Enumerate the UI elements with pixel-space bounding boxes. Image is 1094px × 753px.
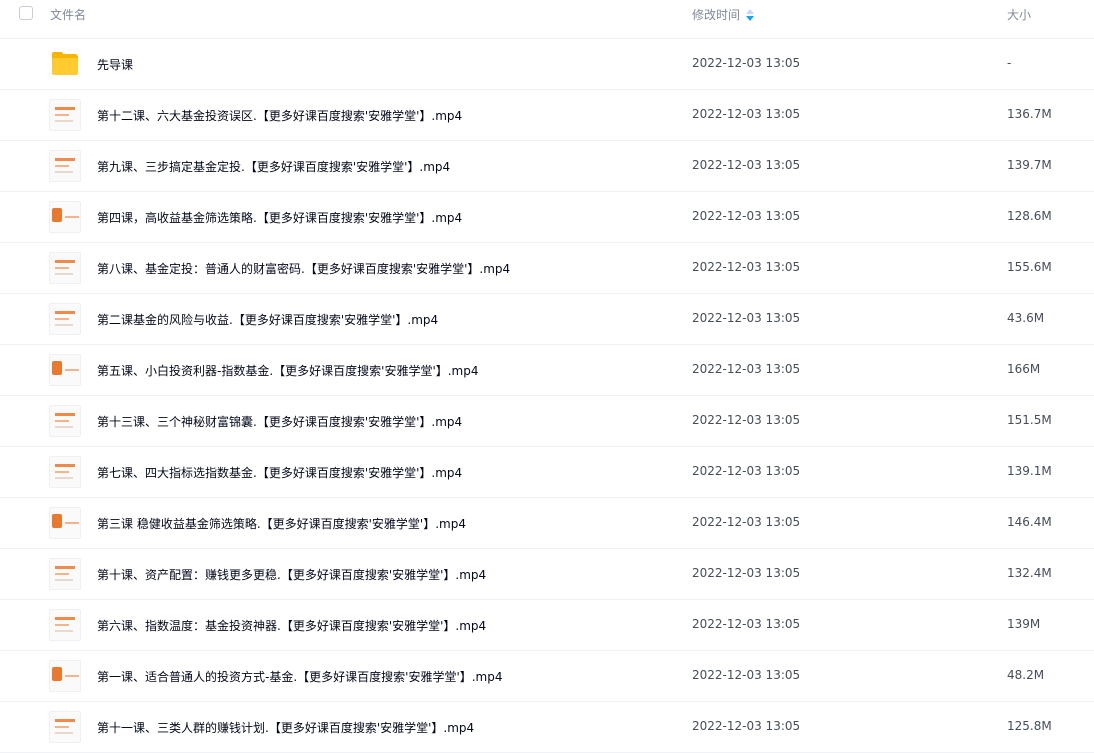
file-row[interactable]: 第十一课、三类人群的赚钱计划.【更多好课百度搜索'安雅学堂'】.mp4 2022-…	[0, 702, 1094, 753]
file-name[interactable]: 第六课、指数温度：基金投资神器.【更多好课百度搜索'安雅学堂'】.mp4	[97, 617, 486, 634]
video-thumbnail-icon[interactable]	[49, 303, 81, 335]
file-rows: 先导课 2022-12-03 13:05 - 第十二课、六大基金投资误区.【更多好课百…	[0, 39, 1094, 753]
file-name[interactable]: 第一课、适合普通人的投资方式-基金.【更多好课百度搜索'安雅学堂'】.mp4	[97, 668, 503, 685]
column-header-name[interactable]: 文件名	[50, 6, 86, 23]
file-row[interactable]: 第五课、小白投资利器-指数基金.【更多好课百度搜索'安雅学堂'】.mp4 2022…	[0, 345, 1094, 396]
file-modified-time: 2022-12-03 13:05	[692, 107, 801, 121]
file-name[interactable]: 第五课、小白投资利器-指数基金.【更多好课百度搜索'安雅学堂'】.mp4	[97, 362, 479, 379]
video-thumbnail-icon[interactable]	[49, 405, 81, 437]
video-thumbnail-icon[interactable]	[49, 354, 81, 386]
file-row[interactable]: 第三课 稳健收益基金筛选策略.【更多好课百度搜索'安雅学堂'】.mp4 2022-…	[0, 498, 1094, 549]
file-name[interactable]: 第二课基金的风险与收益.【更多好课百度搜索'安雅学堂'】.mp4	[97, 311, 438, 328]
select-all-checkbox[interactable]	[19, 6, 33, 20]
file-name[interactable]: 第七课、四大指标选指数基金.【更多好课百度搜索'安雅学堂'】.mp4	[97, 464, 462, 481]
file-modified-time: 2022-12-03 13:05	[692, 668, 801, 682]
file-size: 43.6M	[1007, 311, 1045, 325]
file-modified-time: 2022-12-03 13:05	[692, 56, 801, 70]
file-row[interactable]: 第六课、指数温度：基金投资神器.【更多好课百度搜索'安雅学堂'】.mp4 2022…	[0, 600, 1094, 651]
video-thumbnail-icon[interactable]	[49, 252, 81, 284]
file-modified-time: 2022-12-03 13:05	[692, 464, 801, 478]
file-size: 125.8M	[1007, 719, 1052, 733]
file-name[interactable]: 第八课、基金定投：普通人的财富密码.【更多好课百度搜索'安雅学堂'】.mp4	[97, 260, 510, 277]
file-size: 155.6M	[1007, 260, 1052, 274]
file-modified-time: 2022-12-03 13:05	[692, 617, 801, 631]
file-size: 139.7M	[1007, 158, 1052, 172]
video-thumbnail-icon[interactable]	[49, 456, 81, 488]
file-size: 139M	[1007, 617, 1041, 631]
video-thumbnail-icon[interactable]	[49, 558, 81, 590]
file-modified-time: 2022-12-03 13:05	[692, 719, 801, 733]
file-name[interactable]: 第十一课、三类人群的赚钱计划.【更多好课百度搜索'安雅学堂'】.mp4	[97, 719, 474, 736]
video-thumbnail-icon[interactable]	[49, 99, 81, 131]
video-thumbnail-icon[interactable]	[49, 711, 81, 743]
file-modified-time: 2022-12-03 13:05	[692, 362, 801, 376]
video-thumbnail-icon[interactable]	[49, 150, 81, 182]
file-modified-time: 2022-12-03 13:05	[692, 413, 801, 427]
video-thumbnail-icon[interactable]	[49, 201, 81, 233]
file-name[interactable]: 第十三课、三个神秘财富锦囊.【更多好课百度搜索'安雅学堂'】.mp4	[97, 413, 462, 430]
file-row[interactable]: 第二课基金的风险与收益.【更多好课百度搜索'安雅学堂'】.mp4 2022-12-…	[0, 294, 1094, 345]
folder-icon[interactable]	[49, 48, 81, 80]
file-modified-time: 2022-12-03 13:05	[692, 158, 801, 172]
column-header-size[interactable]: 大小	[1007, 6, 1031, 23]
file-size: -	[1007, 56, 1012, 70]
list-header: 文件名 修改时间 大小	[0, 0, 1094, 39]
file-size: 132.4M	[1007, 566, 1052, 580]
file-name[interactable]: 第九课、三步搞定基金定投.【更多好课百度搜索'安雅学堂'】.mp4	[97, 158, 450, 175]
file-row[interactable]: 先导课 2022-12-03 13:05 -	[0, 39, 1094, 90]
file-size: 128.6M	[1007, 209, 1052, 223]
file-row[interactable]: 第八课、基金定投：普通人的财富密码.【更多好课百度搜索'安雅学堂'】.mp4 20…	[0, 243, 1094, 294]
video-thumbnail-icon[interactable]	[49, 609, 81, 641]
file-size: 166M	[1007, 362, 1041, 376]
file-modified-time: 2022-12-03 13:05	[692, 260, 801, 274]
file-name[interactable]: 先导课	[97, 56, 133, 73]
video-thumbnail-icon[interactable]	[49, 660, 81, 692]
file-size: 139.1M	[1007, 464, 1052, 478]
column-header-time[interactable]: 修改时间	[692, 6, 755, 23]
file-row[interactable]: 第十课、资产配置：赚钱更多更稳.【更多好课百度搜索'安雅学堂'】.mp4 2022…	[0, 549, 1094, 600]
file-size: 136.7M	[1007, 107, 1052, 121]
file-size: 146.4M	[1007, 515, 1052, 529]
file-modified-time: 2022-12-03 13:05	[692, 311, 801, 325]
file-row[interactable]: 第一课、适合普通人的投资方式-基金.【更多好课百度搜索'安雅学堂'】.mp4 20…	[0, 651, 1094, 702]
column-header-time-label: 修改时间	[692, 8, 741, 22]
file-row[interactable]: 第十二课、六大基金投资误区.【更多好课百度搜索'安雅学堂'】.mp4 2022-1…	[0, 90, 1094, 141]
file-name[interactable]: 第十课、资产配置：赚钱更多更稳.【更多好课百度搜索'安雅学堂'】.mp4	[97, 566, 486, 583]
file-name[interactable]: 第四课，高收益基金筛选策略.【更多好课百度搜索'安雅学堂'】.mp4	[97, 209, 462, 226]
file-size: 48.2M	[1007, 668, 1045, 682]
file-row[interactable]: 第四课，高收益基金筛选策略.【更多好课百度搜索'安雅学堂'】.mp4 2022-1…	[0, 192, 1094, 243]
file-name[interactable]: 第三课 稳健收益基金筛选策略.【更多好课百度搜索'安雅学堂'】.mp4	[97, 515, 466, 532]
video-thumbnail-icon[interactable]	[49, 507, 81, 539]
file-list: 文件名 修改时间 大小 先导课 2022-12-03 13:05 - 第十二课、六大基…	[0, 0, 1094, 753]
file-modified-time: 2022-12-03 13:05	[692, 515, 801, 529]
file-name[interactable]: 第十二课、六大基金投资误区.【更多好课百度搜索'安雅学堂'】.mp4	[97, 107, 462, 124]
file-modified-time: 2022-12-03 13:05	[692, 566, 801, 580]
file-modified-time: 2022-12-03 13:05	[692, 209, 801, 223]
file-row[interactable]: 第七课、四大指标选指数基金.【更多好课百度搜索'安雅学堂'】.mp4 2022-1…	[0, 447, 1094, 498]
file-size: 151.5M	[1007, 413, 1052, 427]
file-row[interactable]: 第九课、三步搞定基金定投.【更多好课百度搜索'安雅学堂'】.mp4 2022-12…	[0, 141, 1094, 192]
file-row[interactable]: 第十三课、三个神秘财富锦囊.【更多好课百度搜索'安雅学堂'】.mp4 2022-1…	[0, 396, 1094, 447]
sort-icon[interactable]	[746, 8, 755, 21]
